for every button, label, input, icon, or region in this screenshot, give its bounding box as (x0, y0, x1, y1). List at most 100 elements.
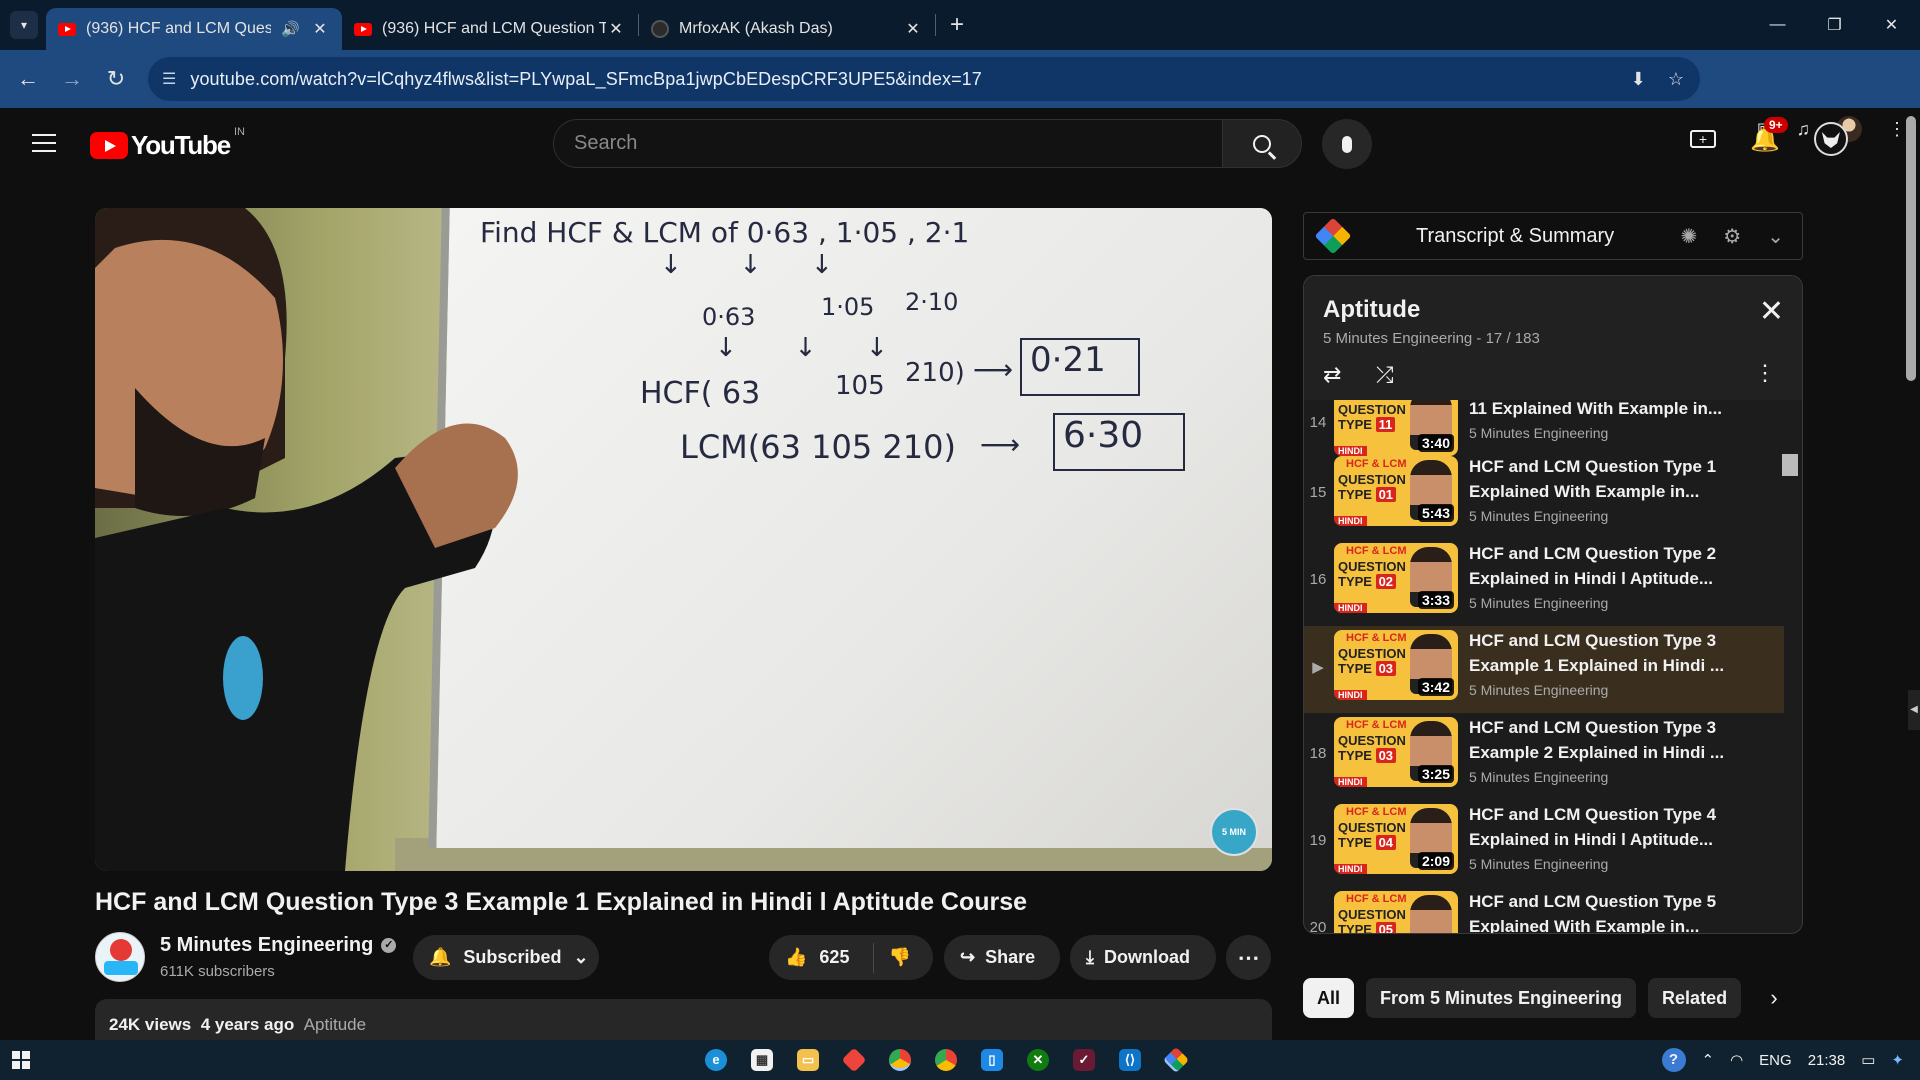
playlist-item[interactable]: 20 HCF & LCM QUESTION TYPE 05 HCF and LCM… (1304, 887, 1784, 933)
microsoft-store-icon[interactable]: ▦ (751, 1049, 773, 1071)
channel-name[interactable]: 5 Minutes Engineering ✓ (160, 934, 397, 957)
playlist-video-channel[interactable]: 5 Minutes Engineering (1469, 856, 1769, 872)
transcript-extension-bar[interactable]: Transcript & Summary ✺ ⚙ ⌄ (1303, 212, 1803, 260)
windows-start-icon[interactable] (12, 1051, 30, 1069)
wifi-icon[interactable]: ◠ (1730, 1051, 1743, 1069)
tab-youtube-2[interactable]: (936) HCF and LCM Question Ty ✕ (342, 8, 638, 50)
install-app-icon[interactable]: ⬇ (1631, 69, 1646, 90)
chip-all[interactable]: All (1303, 978, 1355, 1018)
video-player[interactable]: Find HCF & LCM of 0·63 , 1·05 , 2·1 ↓ ↓ … (95, 208, 1272, 871)
capcut-icon[interactable]: ✓ (1073, 1049, 1095, 1071)
playlist-item-current[interactable]: ▶ HCF & LCM QUESTION TYPE 03 HINDI 3:42 H… (1304, 626, 1784, 713)
download-button[interactable]: ⤓ Download (1070, 935, 1216, 980)
clock[interactable]: 21:38 (1808, 1052, 1846, 1069)
playlist-video-title[interactable]: HCF and LCM Question Type 5 Explained Wi… (1469, 889, 1769, 933)
chip-from-channel[interactable]: From 5 Minutes Engineering (1366, 978, 1637, 1018)
help-icon[interactable]: ? (1661, 1048, 1686, 1072)
search-button[interactable] (1222, 119, 1302, 168)
back-icon[interactable]: ← (6, 66, 50, 92)
channel-avatar[interactable] (95, 932, 145, 982)
restore-icon[interactable]: ❐ (1806, 0, 1863, 50)
tab-close-icon[interactable]: ✕ (310, 19, 330, 39)
page-scrollbar[interactable] (1902, 108, 1920, 1040)
site-info-icon[interactable]: ☰ (162, 69, 176, 89)
playlist-video-title[interactable]: HCF and LCM Question Type 3 Example 2 Ex… (1469, 715, 1769, 765)
url-text[interactable]: youtube.com/watch?v=lCqhyz4flws&list=PLY… (190, 69, 982, 90)
playlist-video-channel[interactable]: 5 Minutes Engineering (1469, 769, 1769, 785)
minimize-icon[interactable]: — (1749, 0, 1806, 50)
bookmark-star-icon[interactable]: ☆ (1668, 69, 1684, 90)
playlist-video-title[interactable]: 11 Explained With Example in... (1469, 400, 1769, 421)
playlist-item[interactable]: 19 HCF & LCM QUESTION TYPE 04 HINDI 2:09 … (1304, 800, 1784, 887)
voice-search-button[interactable] (1322, 119, 1372, 169)
playlist-video-channel[interactable]: 5 Minutes Engineering (1469, 682, 1769, 698)
playlist-video-title[interactable]: HCF and LCM Question Type 1 Explained Wi… (1469, 454, 1769, 504)
menu-icon[interactable] (32, 134, 56, 152)
channel-name-text[interactable]: 5 Minutes Engineering (160, 934, 373, 957)
chevron-up-icon[interactable]: ⌃ (1702, 1051, 1715, 1069)
youtube-logo[interactable]: YouTube IN (90, 126, 245, 161)
playlist-title[interactable]: Aptitude (1323, 296, 1420, 324)
video-thumbnail[interactable]: HCF & LCM QUESTION TYPE 05 (1334, 891, 1458, 933)
xbox-icon[interactable]: ✕ (1027, 1049, 1049, 1071)
channel-watermark-logo[interactable]: 5 MIN (1210, 808, 1258, 856)
account-avatar[interactable] (1813, 122, 1848, 156)
chrome-alt-icon[interactable] (935, 1049, 957, 1071)
git-icon[interactable] (1162, 1046, 1190, 1074)
subscribed-button[interactable]: 🔔 Subscribed ⌄ (413, 935, 599, 980)
create-video-icon[interactable]: + (1690, 130, 1716, 148)
settings-gear-icon[interactable]: ⚙ (1723, 224, 1741, 249)
shuffle-icon[interactable]: ⤮ (1376, 362, 1394, 388)
playlist-video-title[interactable]: HCF and LCM Question Type 4 Explained in… (1469, 802, 1769, 852)
side-panel-toggle-icon[interactable]: ◀ (1908, 690, 1920, 730)
video-thumbnail[interactable]: HCF & LCM QUESTION TYPE 03 HINDI 3:42 (1334, 630, 1458, 700)
notification-center-icon[interactable]: ▭ (1861, 1051, 1875, 1069)
anydesk-icon[interactable] (841, 1047, 867, 1073)
chrome-icon[interactable] (889, 1049, 911, 1071)
playlist-video-channel[interactable]: 5 Minutes Engineering (1469, 508, 1769, 524)
openai-icon[interactable]: ✺ (1681, 224, 1698, 249)
video-tag[interactable]: Aptitude (304, 1015, 366, 1034)
video-thumbnail[interactable]: HCF & LCM QUESTIONTYPE 11 HINDI 3:40 (1334, 400, 1458, 456)
search-input[interactable]: Search (553, 119, 1223, 168)
new-tab-icon[interactable]: + (950, 11, 964, 39)
video-thumbnail[interactable]: HCF & LCM QUESTION TYPE 04 HINDI 2:09 (1334, 804, 1458, 874)
speaker-icon[interactable]: 🔊 (281, 20, 300, 38)
page-scrollbar-thumb[interactable] (1906, 116, 1916, 381)
playlist-item[interactable]: 15 HCF & LCM QUESTION TYPE 01 HINDI 5:43 … (1304, 452, 1784, 539)
video-thumbnail[interactable]: HCF & LCM QUESTION TYPE 01 HINDI 5:43 (1334, 456, 1458, 526)
playlist-more-icon[interactable]: ⋮ (1754, 360, 1776, 386)
tab-search-button[interactable]: ▾ (10, 11, 38, 39)
thumbs-down-icon[interactable]: 👎 (888, 947, 910, 968)
file-explorer-icon[interactable]: ▭ (797, 1049, 819, 1071)
playlist-item[interactable]: 16 HCF & LCM QUESTION TYPE 02 HINDI 3:33 … (1304, 539, 1784, 626)
chip-related[interactable]: Related (1648, 978, 1742, 1018)
playlist-item[interactable]: 18 HCF & LCM QUESTION TYPE 03 HINDI 3:25 … (1304, 713, 1784, 800)
edge-icon[interactable]: e (705, 1049, 727, 1071)
playlist-close-icon[interactable]: ✕ (1759, 294, 1784, 329)
chevron-down-icon[interactable]: ⌄ (1767, 224, 1784, 249)
tab-github[interactable]: MrfoxAK (Akash Das) ✕ (639, 8, 935, 50)
playlist-video-channel[interactable]: 5 Minutes Engineering (1469, 595, 1769, 611)
window-close-icon[interactable]: ✕ (1863, 0, 1920, 50)
tab-close-icon[interactable]: ✕ (903, 19, 923, 39)
omnibox[interactable]: ☰ youtube.com/watch?v=lCqhyz4flws&list=P… (148, 57, 1700, 101)
reload-icon[interactable]: ↻ (94, 66, 138, 92)
copilot-icon[interactable]: ✦ (1891, 1051, 1904, 1069)
video-thumbnail[interactable]: HCF & LCM QUESTION TYPE 03 HINDI 3:25 (1334, 717, 1458, 787)
tab-youtube-active[interactable]: (936) HCF and LCM Questio 🔊 ✕ (46, 8, 342, 50)
playlist-video-title[interactable]: HCF and LCM Question Type 2 Explained in… (1469, 541, 1769, 591)
forward-icon[interactable]: → (50, 66, 94, 92)
share-button[interactable]: ↪ Share (944, 935, 1060, 980)
language-indicator[interactable]: ENG (1759, 1052, 1792, 1069)
playlist-video-channel[interactable]: 5 Minutes Engineering (1469, 425, 1769, 441)
playlist-video-title[interactable]: HCF and LCM Question Type 3 Example 1 Ex… (1469, 628, 1769, 678)
loop-icon[interactable]: ⇄ (1323, 362, 1341, 388)
tab-close-icon[interactable]: ✕ (606, 19, 626, 39)
playlist-scrollbar-thumb[interactable] (1782, 454, 1798, 476)
video-thumbnail[interactable]: HCF & LCM QUESTION TYPE 02 HINDI 3:33 (1334, 543, 1458, 613)
vscode-icon[interactable]: ⟨⟩ (1119, 1049, 1141, 1071)
screen-sketch-icon[interactable]: ▯ (981, 1049, 1003, 1071)
notifications-bell-icon[interactable]: 🔔 9+ (1750, 116, 1788, 154)
like-button[interactable]: 👍 625 (785, 947, 849, 968)
